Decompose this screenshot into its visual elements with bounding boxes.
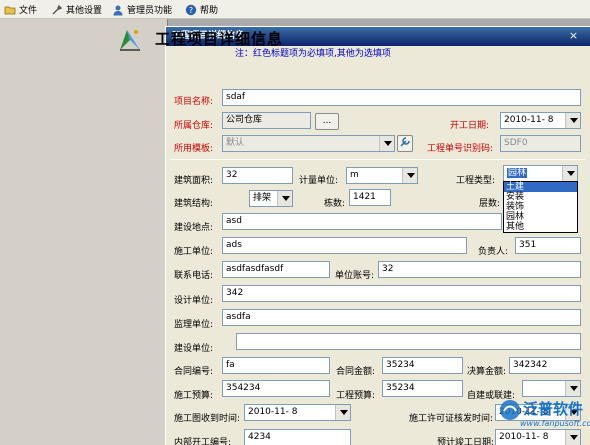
- dropdown-option[interactable]: 装饰: [504, 202, 577, 212]
- builder-label: 建设单位:: [174, 344, 214, 354]
- area-label: 建筑面积:: [174, 176, 214, 186]
- menu-other-settings[interactable]: 其他设置: [51, 2, 102, 17]
- chevron-down-icon[interactable]: [379, 136, 394, 151]
- menu-help[interactable]: ? 帮助: [185, 2, 218, 17]
- start-date-label: 开工日期:: [450, 121, 490, 131]
- admin-user-icon: [112, 4, 124, 16]
- start-date-value: 2010-11- 8: [504, 115, 554, 125]
- buildings-input[interactable]: 1421: [349, 189, 391, 206]
- manager-input[interactable]: 351: [515, 237, 581, 254]
- drawing-date-value: 2010-11- 8: [248, 407, 298, 417]
- warehouse-field[interactable]: 公司仓库: [222, 112, 311, 129]
- chevron-down-icon[interactable]: [565, 381, 580, 396]
- required-field-note: 注：红色标题项为必填项,其他为选填项: [235, 49, 391, 59]
- location-label: 建设地点:: [174, 223, 214, 233]
- supervisor-input[interactable]: asdfa: [222, 309, 581, 326]
- drawing-date-picker[interactable]: 2010-11- 8: [244, 404, 351, 421]
- construction-budget-input[interactable]: 354234: [222, 380, 330, 397]
- doc-number-label: 工程单号识别码:: [427, 144, 494, 154]
- watermark-brand: 泛普软件: [523, 400, 584, 418]
- construction-budget-label: 施工预算:: [174, 391, 214, 401]
- final-amount-input[interactable]: 342342: [509, 357, 581, 374]
- chevron-down-icon[interactable]: [562, 166, 577, 181]
- template-select[interactable]: 默认: [222, 135, 395, 152]
- buildings-label: 栋数:: [324, 199, 346, 209]
- self-link-select[interactable]: [522, 380, 581, 397]
- dropdown-option[interactable]: 其他: [504, 222, 577, 232]
- project-type-value: 园林: [507, 168, 528, 178]
- template-settings-button[interactable]: [397, 135, 413, 152]
- section-divider: [170, 159, 585, 160]
- contract-amount-label: 合同金额:: [336, 367, 376, 377]
- svg-text:?: ?: [189, 6, 193, 15]
- close-button[interactable]: ×: [567, 30, 580, 43]
- doc-number-input[interactable]: SDF0: [500, 135, 581, 152]
- template-value: 默认: [226, 138, 245, 148]
- contract-no-input[interactable]: fa: [222, 357, 330, 374]
- project-budget-label: 工程预算:: [336, 391, 376, 401]
- internal-no-label: 内部开工编号:: [174, 438, 232, 445]
- warehouse-browse-button[interactable]: ...: [315, 113, 339, 130]
- contractor-input[interactable]: ads: [222, 237, 467, 254]
- project-name-input[interactable]: sdaf: [222, 89, 581, 106]
- menu-admin-label: 管理员功能: [127, 6, 173, 16]
- account-input[interactable]: 32: [378, 261, 581, 278]
- menu-other-settings-label: 其他设置: [66, 6, 103, 16]
- contract-no-label: 合同编号:: [174, 367, 214, 377]
- chevron-down-icon[interactable]: [565, 113, 580, 128]
- template-label: 所用模板:: [174, 144, 214, 154]
- designer-label: 设计单位:: [174, 296, 214, 306]
- watermark: 泛普软件 www.fanpusoft.com: [498, 398, 590, 445]
- unit-select[interactable]: m: [346, 167, 418, 184]
- structure-value: 排架: [253, 193, 272, 203]
- wrench-icon: [399, 137, 411, 151]
- floors-label: 层数:: [479, 199, 501, 209]
- project-type-dropdown: 土建 安装 装饰 园林 其他: [503, 181, 578, 233]
- menu-help-label: 帮助: [200, 6, 219, 16]
- warehouse-label: 所属仓库:: [174, 121, 214, 131]
- structure-label: 建筑结构:: [174, 199, 214, 209]
- area-input[interactable]: 32: [222, 167, 293, 184]
- internal-no-input[interactable]: 4234: [244, 429, 351, 445]
- menu-admin[interactable]: 管理员功能: [112, 2, 172, 17]
- phone-input[interactable]: asdfasdfasdf: [222, 261, 330, 278]
- phone-label: 联系电话:: [174, 271, 214, 281]
- supervisor-label: 监理单位:: [174, 320, 214, 330]
- unit-value: m: [350, 170, 359, 180]
- planned-finish-label: 预计竣工日期:: [437, 438, 495, 445]
- project-name-label: 项目名称:: [174, 97, 214, 107]
- chevron-down-icon[interactable]: [402, 168, 417, 183]
- final-amount-label: 决算金额:: [467, 367, 507, 377]
- help-icon: ?: [185, 4, 197, 16]
- menu-file[interactable]: 文件: [4, 2, 37, 17]
- contractor-label: 施工单位:: [174, 247, 214, 257]
- location-input[interactable]: asd: [222, 213, 502, 230]
- menu-bar: 文件 其他设置 管理员功能 ? 帮助: [0, 0, 590, 19]
- chevron-down-icon[interactable]: [277, 191, 292, 206]
- contract-amount-input[interactable]: 35234: [382, 357, 463, 374]
- unit-label: 计量单位:: [299, 176, 339, 186]
- menu-file-label: 文件: [19, 6, 38, 16]
- designer-input[interactable]: 342: [222, 285, 581, 302]
- start-date-picker[interactable]: 2010-11- 8: [500, 112, 581, 129]
- folder-icon: [4, 4, 16, 16]
- dropdown-option[interactable]: 园林: [504, 212, 577, 222]
- manager-label: 负责人:: [478, 247, 509, 257]
- dropdown-option[interactable]: 安装: [504, 192, 577, 202]
- project-budget-input[interactable]: 35234: [382, 380, 463, 397]
- project-type-select[interactable]: 园林: [503, 165, 578, 182]
- drawing-date-label: 施工图收到时间:: [174, 414, 241, 424]
- account-label: 单位账号:: [335, 271, 375, 281]
- tools-icon: [51, 4, 63, 16]
- project-logo-icon: [117, 27, 143, 53]
- chevron-down-icon[interactable]: [335, 405, 350, 420]
- left-panel: [0, 19, 168, 445]
- brand-logo-icon: [500, 400, 520, 420]
- structure-select[interactable]: 排架: [249, 190, 293, 207]
- dropdown-option[interactable]: 土建: [504, 182, 577, 192]
- project-type-label: 工程类型:: [456, 176, 496, 186]
- watermark-url: www.fanpusoft.com: [520, 419, 590, 428]
- permit-date-label: 施工许可证核发时间:: [409, 414, 494, 424]
- builder-input[interactable]: [236, 333, 581, 350]
